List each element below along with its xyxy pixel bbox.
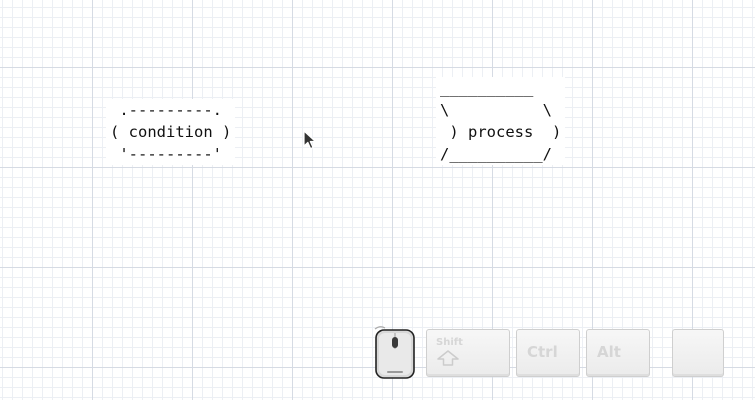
alt-key: Alt xyxy=(586,329,650,377)
ascii-condition-shape[interactable]: .---------. ( condition ) '---------' xyxy=(106,99,236,165)
key-press-overlay: Shift Ctrl Alt xyxy=(366,322,755,382)
shift-key-label: Shift xyxy=(436,337,463,348)
arrow-pointer-icon xyxy=(303,130,317,150)
mouse-icon xyxy=(374,326,415,379)
blank-key xyxy=(672,329,724,377)
ascii-process-shape[interactable]: __________ \ \ ) process ) /__________/ xyxy=(436,77,566,165)
shift-arrow-icon xyxy=(437,350,459,366)
shift-key: Shift xyxy=(426,329,510,377)
ctrl-key: Ctrl xyxy=(516,329,580,377)
ctrl-key-label: Ctrl xyxy=(527,343,558,361)
drawing-canvas[interactable]: .---------. ( condition ) '---------' __… xyxy=(0,0,755,400)
alt-key-label: Alt xyxy=(597,343,621,361)
